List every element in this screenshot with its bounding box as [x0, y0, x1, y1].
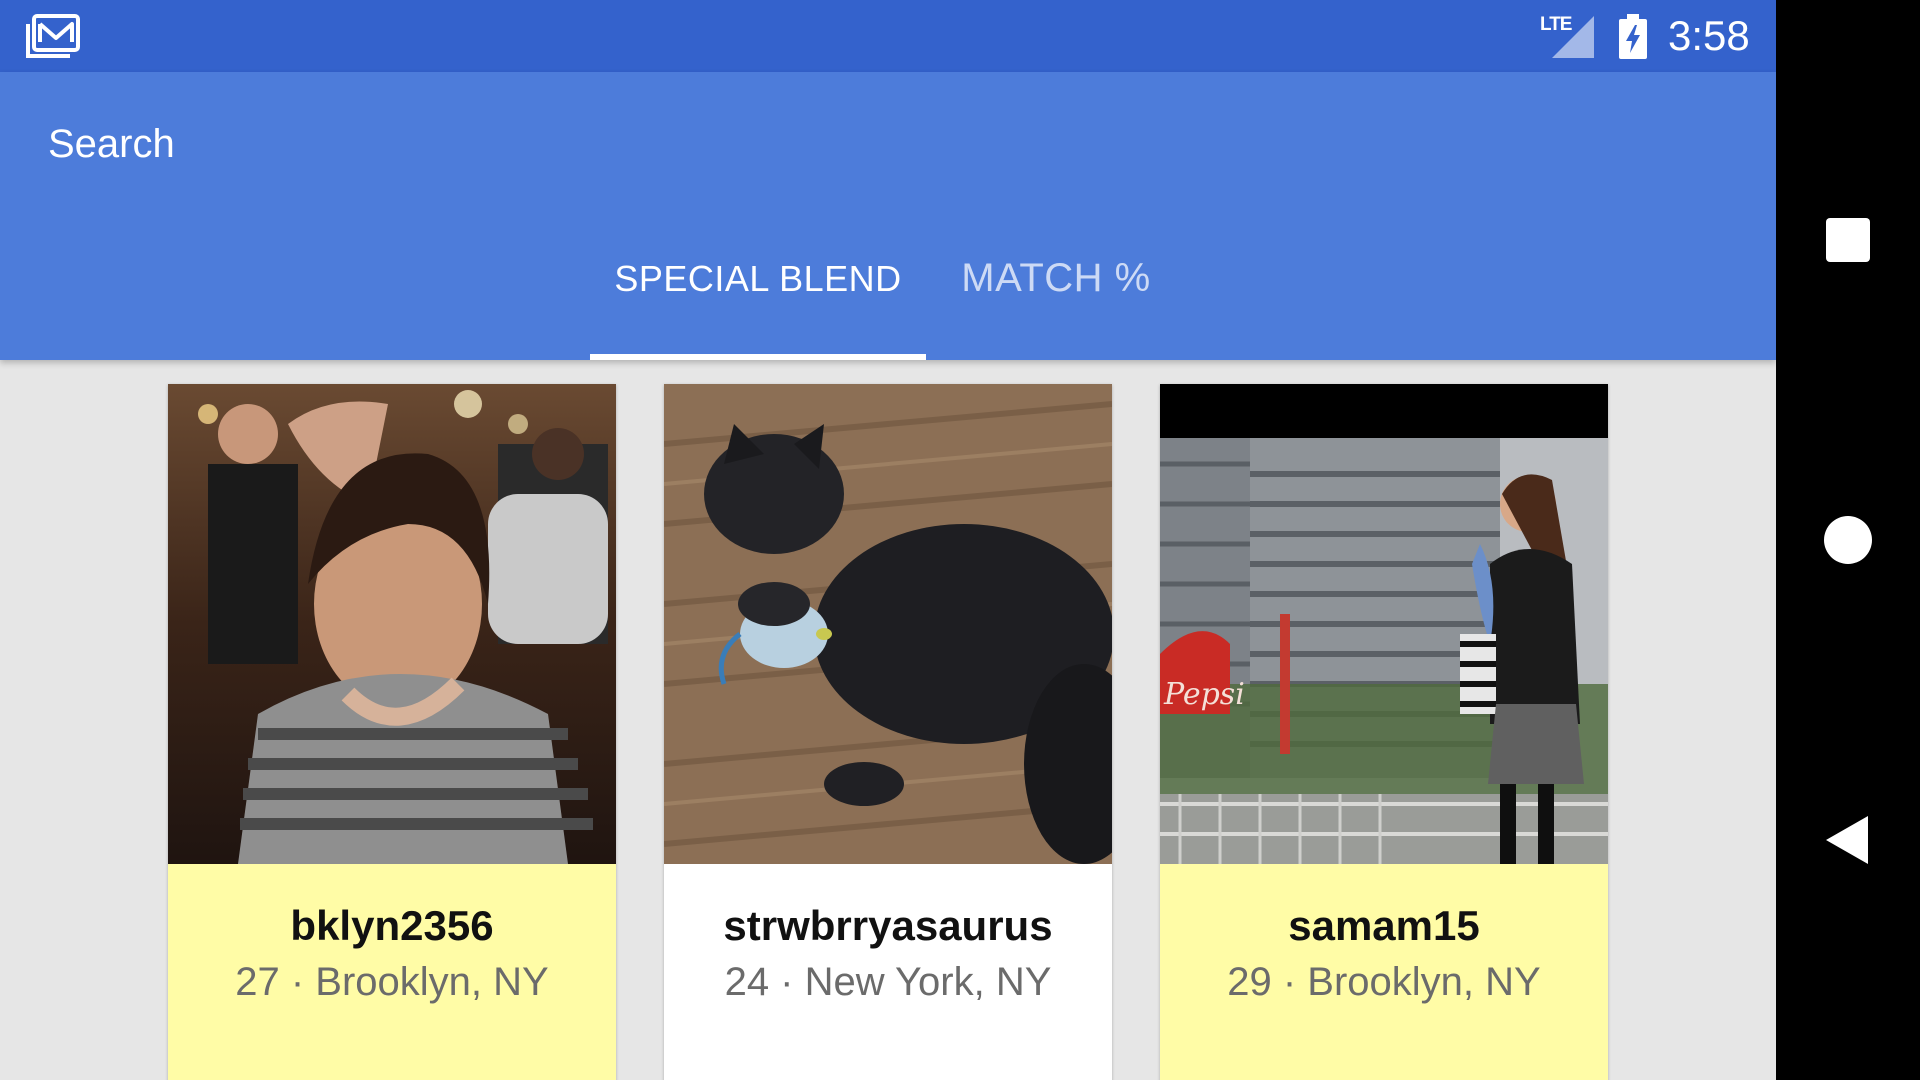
status-bar: LTE 3:58: [0, 0, 1776, 72]
profile-card[interactable]: strwbrryasaurus 24 · New York, NY: [664, 384, 1112, 1080]
lte-signal-icon: LTE: [1540, 14, 1596, 58]
app-window: LTE 3:58 Search SPECIAL BLEND MATCH % bk…: [0, 0, 1776, 1080]
navigation-bar: [1776, 0, 1920, 1080]
battery-charging-icon: [1618, 14, 1648, 60]
profile-age-location: 27 · Brooklyn, NY: [235, 960, 549, 1004]
profile-username: strwbrryasaurus: [723, 902, 1053, 949]
tab-match-percent[interactable]: MATCH %: [926, 256, 1186, 301]
profile-info: strwbrryasaurus 24 · New York, NY: [664, 864, 1112, 1080]
page-title: Search: [48, 122, 175, 166]
profile-age-location: 24 · New York, NY: [724, 960, 1052, 1004]
home-circle-icon[interactable]: [1812, 504, 1884, 576]
profile-username: bklyn2356: [290, 902, 494, 949]
envelope-card-icon: [26, 14, 80, 58]
profile-card[interactable]: Pepsi samam15 29 · Brooklyn, NY: [1160, 384, 1608, 1080]
profile-photo: [664, 384, 1112, 864]
back-triangle-icon[interactable]: [1812, 804, 1884, 876]
profile-username: samam15: [1288, 902, 1480, 949]
profile-photo: [168, 384, 616, 864]
tab-special-blend[interactable]: SPECIAL BLEND: [590, 258, 926, 300]
profile-photo: Pepsi: [1160, 384, 1608, 864]
selected-tab-indicator: [590, 354, 926, 360]
app-toolbar: Search SPECIAL BLEND MATCH %: [0, 72, 1776, 360]
recents-square-icon[interactable]: [1812, 204, 1884, 276]
profile-card[interactable]: bklyn2356 27 · Brooklyn, NY: [168, 384, 616, 1080]
android-screen: LTE 3:58 Search SPECIAL BLEND MATCH % bk…: [0, 0, 1920, 1080]
profile-age-location: 29 · Brooklyn, NY: [1227, 960, 1541, 1004]
svg-text:Pepsi: Pepsi: [1163, 677, 1245, 712]
profile-info: samam15 29 · Brooklyn, NY: [1160, 864, 1608, 1080]
profile-info: bklyn2356 27 · Brooklyn, NY: [168, 864, 616, 1080]
status-clock: 3:58: [1668, 12, 1750, 59]
